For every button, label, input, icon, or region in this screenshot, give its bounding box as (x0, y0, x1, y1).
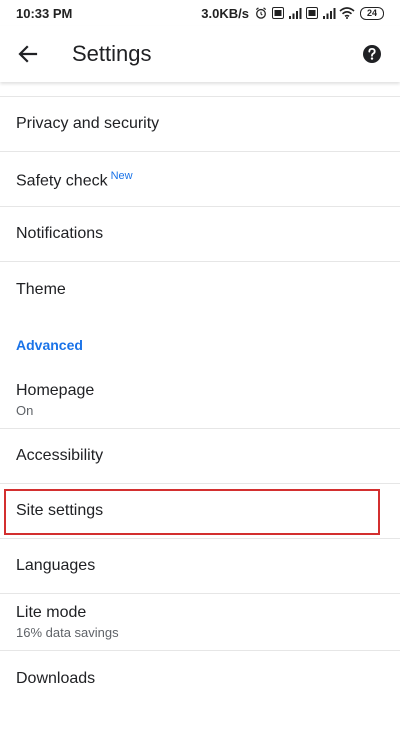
settings-item-homepage[interactable]: Homepage On (0, 372, 400, 429)
volte-icon (272, 7, 284, 19)
signal-icon-2 (323, 8, 336, 19)
settings-item-site-settings[interactable]: Site settings (0, 484, 400, 539)
network-speed: 3.0KB/s (201, 5, 249, 21)
new-badge: New (110, 170, 133, 183)
item-sublabel: On (16, 402, 34, 418)
battery-icon: 24 (360, 6, 384, 20)
alarm-icon (255, 7, 267, 19)
item-sublabel: 16% data savings (16, 624, 119, 640)
page-title: Settings (72, 41, 152, 66)
settings-item-privacy[interactable]: Privacy and security (0, 97, 400, 152)
item-label: Privacy and security (16, 115, 160, 132)
item-label: Notifications (16, 225, 104, 242)
item-label: Homepage (16, 381, 95, 399)
wifi-icon (339, 7, 355, 19)
item-label: Site settings (16, 502, 104, 519)
item-label: Safety check New (16, 170, 133, 190)
settings-item-downloads[interactable]: Downloads (0, 651, 400, 706)
back-button[interactable] (0, 26, 56, 82)
section-header-advanced: Advanced (16, 336, 83, 353)
settings-item-safety-check[interactable]: Safety check New (0, 152, 400, 207)
settings-list: Privacy and security Safety check New Not… (0, 96, 400, 706)
signal-icon (289, 8, 302, 19)
settings-item-languages[interactable]: Languages (0, 539, 400, 594)
settings-item-lite-mode[interactable]: Lite mode 16% data savings (0, 594, 400, 651)
settings-item-notifications[interactable]: Notifications (0, 207, 400, 262)
help-icon (363, 45, 381, 63)
settings-item-theme[interactable]: Theme (0, 262, 400, 317)
item-label: Theme (16, 280, 66, 298)
back-arrow-icon (18, 45, 38, 63)
item-label: Accessibility (16, 447, 104, 464)
item-label: Downloads (16, 669, 96, 687)
app-bar: Settings (0, 26, 400, 82)
status-bar: 10:33 PM 3.0KB/s 24 (0, 0, 400, 26)
status-icons: 3.0KB/s 24 (201, 6, 384, 21)
settings-item-accessibility[interactable]: Accessibility (0, 429, 400, 484)
help-button[interactable] (348, 30, 396, 78)
status-time: 10:33 PM (16, 5, 73, 21)
volte-icon-2 (306, 7, 318, 19)
item-label: Lite mode (16, 603, 87, 621)
item-label: Languages (16, 557, 96, 574)
